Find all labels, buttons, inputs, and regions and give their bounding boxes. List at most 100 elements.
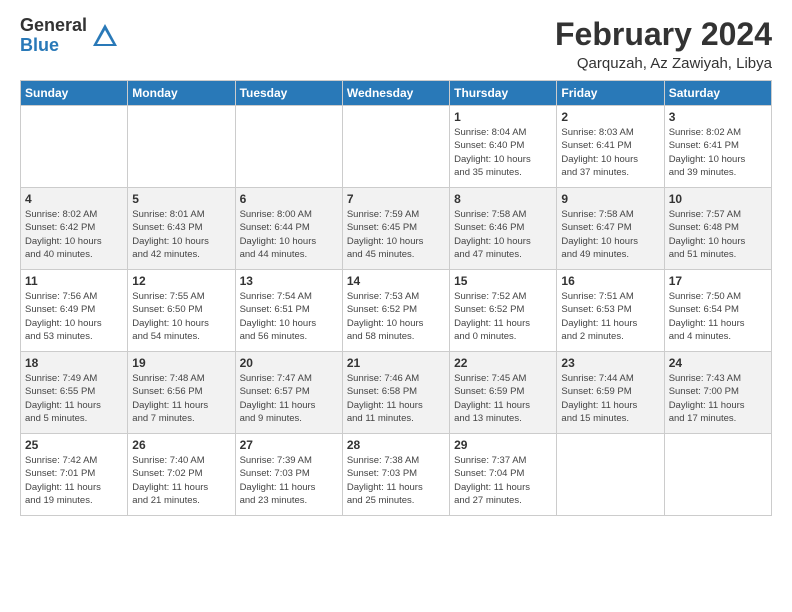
day-info: Sunrise: 8:02 AM Sunset: 6:42 PM Dayligh… — [25, 208, 123, 261]
table-row: 2 Sunrise: 8:03 AM Sunset: 6:41 PM Daylig… — [557, 106, 664, 188]
day-number: 9 — [561, 192, 659, 206]
table-row: 25 Sunrise: 7:42 AM Sunset: 7:01 PM Dayli… — [21, 434, 128, 516]
table-row: 9 Sunrise: 7:58 AM Sunset: 6:47 PM Daylig… — [557, 188, 664, 270]
table-row: 23 Sunrise: 7:44 AM Sunset: 6:59 PM Dayli… — [557, 352, 664, 434]
day-info: Sunrise: 7:56 AM Sunset: 6:49 PM Dayligh… — [25, 290, 123, 343]
table-row: 10Sunrise: 7:57 AM Sunset: 6:48 PM Dayli… — [664, 188, 771, 270]
day-number: 1 — [454, 110, 552, 124]
day-info: Sunrise: 7:59 AM Sunset: 6:45 PM Dayligh… — [347, 208, 445, 261]
table-row — [235, 106, 342, 188]
table-row: 3 Sunrise: 8:02 AM Sunset: 6:41 PM Daylig… — [664, 106, 771, 188]
day-info: Sunrise: 8:01 AM Sunset: 6:43 PM Dayligh… — [132, 208, 230, 261]
logo-blue: Blue — [20, 36, 87, 56]
table-row — [21, 106, 128, 188]
day-number: 13 — [240, 274, 338, 288]
title-block: February 2024 Qarquzah, Az Zawiyah, Liby… — [555, 16, 772, 72]
day-number: 26 — [132, 438, 230, 452]
day-number: 23 — [561, 356, 659, 370]
day-info: Sunrise: 8:03 AM Sunset: 6:41 PM Dayligh… — [561, 126, 659, 179]
table-row: 20 Sunrise: 7:47 AM Sunset: 6:57 PM Dayli… — [235, 352, 342, 434]
table-row: 13 Sunrise: 7:54 AM Sunset: 6:51 PM Dayli… — [235, 270, 342, 352]
day-info: Sunrise: 7:37 AM Sunset: 7:04 PM Dayligh… — [454, 454, 552, 507]
day-info: Sunrise: 7:58 AM Sunset: 6:46 PM Dayligh… — [454, 208, 552, 261]
day-number: 11 — [25, 274, 123, 288]
day-info: Sunrise: 8:04 AM Sunset: 6:40 PM Dayligh… — [454, 126, 552, 179]
header-wednesday: Wednesday — [342, 81, 449, 106]
table-row — [664, 434, 771, 516]
day-number: 3 — [669, 110, 767, 124]
day-number: 21 — [347, 356, 445, 370]
table-row: 11 Sunrise: 7:56 AM Sunset: 6:49 PM Dayli… — [21, 270, 128, 352]
day-number: 16 — [561, 274, 659, 288]
header-monday: Monday — [128, 81, 235, 106]
day-number: 28 — [347, 438, 445, 452]
day-info: Sunrise: 7:40 AM Sunset: 7:02 PM Dayligh… — [132, 454, 230, 507]
header-saturday: Saturday — [664, 81, 771, 106]
header-thursday: Thursday — [450, 81, 557, 106]
day-number: 2 — [561, 110, 659, 124]
logo-general: General — [20, 16, 87, 36]
table-row: 6 Sunrise: 8:00 AM Sunset: 6:44 PM Daylig… — [235, 188, 342, 270]
day-number: 19 — [132, 356, 230, 370]
table-row: 12Sunrise: 7:55 AM Sunset: 6:50 PM Dayli… — [128, 270, 235, 352]
calendar-week-row: 25 Sunrise: 7:42 AM Sunset: 7:01 PM Dayli… — [21, 434, 772, 516]
table-row: 26 Sunrise: 7:40 AM Sunset: 7:02 PM Dayli… — [128, 434, 235, 516]
logo: General Blue — [20, 16, 119, 56]
calendar: Sunday Monday Tuesday Wednesday Thursday… — [20, 80, 772, 516]
day-info: Sunrise: 7:53 AM Sunset: 6:52 PM Dayligh… — [347, 290, 445, 343]
table-row: 24Sunrise: 7:43 AM Sunset: 7:00 PM Dayli… — [664, 352, 771, 434]
table-row: 28 Sunrise: 7:38 AM Sunset: 7:03 PM Dayli… — [342, 434, 449, 516]
logo-icon — [91, 22, 119, 50]
table-row: 27 Sunrise: 7:39 AM Sunset: 7:03 PM Dayli… — [235, 434, 342, 516]
day-info: Sunrise: 7:38 AM Sunset: 7:03 PM Dayligh… — [347, 454, 445, 507]
calendar-week-row: 11 Sunrise: 7:56 AM Sunset: 6:49 PM Dayli… — [21, 270, 772, 352]
day-number: 15 — [454, 274, 552, 288]
table-row — [128, 106, 235, 188]
title-month: February 2024 — [555, 16, 772, 53]
calendar-week-row: 18Sunrise: 7:49 AM Sunset: 6:55 PM Dayli… — [21, 352, 772, 434]
table-row: 5 Sunrise: 8:01 AM Sunset: 6:43 PM Daylig… — [128, 188, 235, 270]
day-info: Sunrise: 7:54 AM Sunset: 6:51 PM Dayligh… — [240, 290, 338, 343]
table-row: 29 Sunrise: 7:37 AM Sunset: 7:04 PM Dayli… — [450, 434, 557, 516]
header: General Blue February 2024 Qarquzah, Az … — [20, 16, 772, 72]
day-number: 8 — [454, 192, 552, 206]
day-info: Sunrise: 7:52 AM Sunset: 6:52 PM Dayligh… — [454, 290, 552, 343]
table-row — [557, 434, 664, 516]
calendar-week-row: 4 Sunrise: 8:02 AM Sunset: 6:42 PM Daylig… — [21, 188, 772, 270]
day-info: Sunrise: 7:45 AM Sunset: 6:59 PM Dayligh… — [454, 372, 552, 425]
day-info: Sunrise: 7:42 AM Sunset: 7:01 PM Dayligh… — [25, 454, 123, 507]
day-number: 4 — [25, 192, 123, 206]
table-row: 19 Sunrise: 7:48 AM Sunset: 6:56 PM Dayli… — [128, 352, 235, 434]
day-info: Sunrise: 7:51 AM Sunset: 6:53 PM Dayligh… — [561, 290, 659, 343]
day-info: Sunrise: 8:00 AM Sunset: 6:44 PM Dayligh… — [240, 208, 338, 261]
table-row: 8 Sunrise: 7:58 AM Sunset: 6:46 PM Daylig… — [450, 188, 557, 270]
day-number: 6 — [240, 192, 338, 206]
table-row: 1 Sunrise: 8:04 AM Sunset: 6:40 PM Daylig… — [450, 106, 557, 188]
table-row: 16 Sunrise: 7:51 AM Sunset: 6:53 PM Dayli… — [557, 270, 664, 352]
day-number: 17 — [669, 274, 767, 288]
day-info: Sunrise: 7:46 AM Sunset: 6:58 PM Dayligh… — [347, 372, 445, 425]
table-row: 15 Sunrise: 7:52 AM Sunset: 6:52 PM Dayli… — [450, 270, 557, 352]
day-number: 22 — [454, 356, 552, 370]
day-info: Sunrise: 7:55 AM Sunset: 6:50 PM Dayligh… — [132, 290, 230, 343]
day-info: Sunrise: 8:02 AM Sunset: 6:41 PM Dayligh… — [669, 126, 767, 179]
day-info: Sunrise: 7:39 AM Sunset: 7:03 PM Dayligh… — [240, 454, 338, 507]
day-info: Sunrise: 7:48 AM Sunset: 6:56 PM Dayligh… — [132, 372, 230, 425]
table-row: 18Sunrise: 7:49 AM Sunset: 6:55 PM Dayli… — [21, 352, 128, 434]
day-number: 25 — [25, 438, 123, 452]
day-number: 18 — [25, 356, 123, 370]
header-friday: Friday — [557, 81, 664, 106]
day-info: Sunrise: 7:43 AM Sunset: 7:00 PM Dayligh… — [669, 372, 767, 425]
day-number: 29 — [454, 438, 552, 452]
day-info: Sunrise: 7:57 AM Sunset: 6:48 PM Dayligh… — [669, 208, 767, 261]
day-info: Sunrise: 7:44 AM Sunset: 6:59 PM Dayligh… — [561, 372, 659, 425]
day-number: 27 — [240, 438, 338, 452]
day-number: 20 — [240, 356, 338, 370]
day-info: Sunrise: 7:58 AM Sunset: 6:47 PM Dayligh… — [561, 208, 659, 261]
day-info: Sunrise: 7:47 AM Sunset: 6:57 PM Dayligh… — [240, 372, 338, 425]
table-row: 21 Sunrise: 7:46 AM Sunset: 6:58 PM Dayli… — [342, 352, 449, 434]
title-location: Qarquzah, Az Zawiyah, Libya — [555, 55, 772, 72]
calendar-week-row: 1 Sunrise: 8:04 AM Sunset: 6:40 PM Daylig… — [21, 106, 772, 188]
table-row: 22 Sunrise: 7:45 AM Sunset: 6:59 PM Dayli… — [450, 352, 557, 434]
day-number: 5 — [132, 192, 230, 206]
